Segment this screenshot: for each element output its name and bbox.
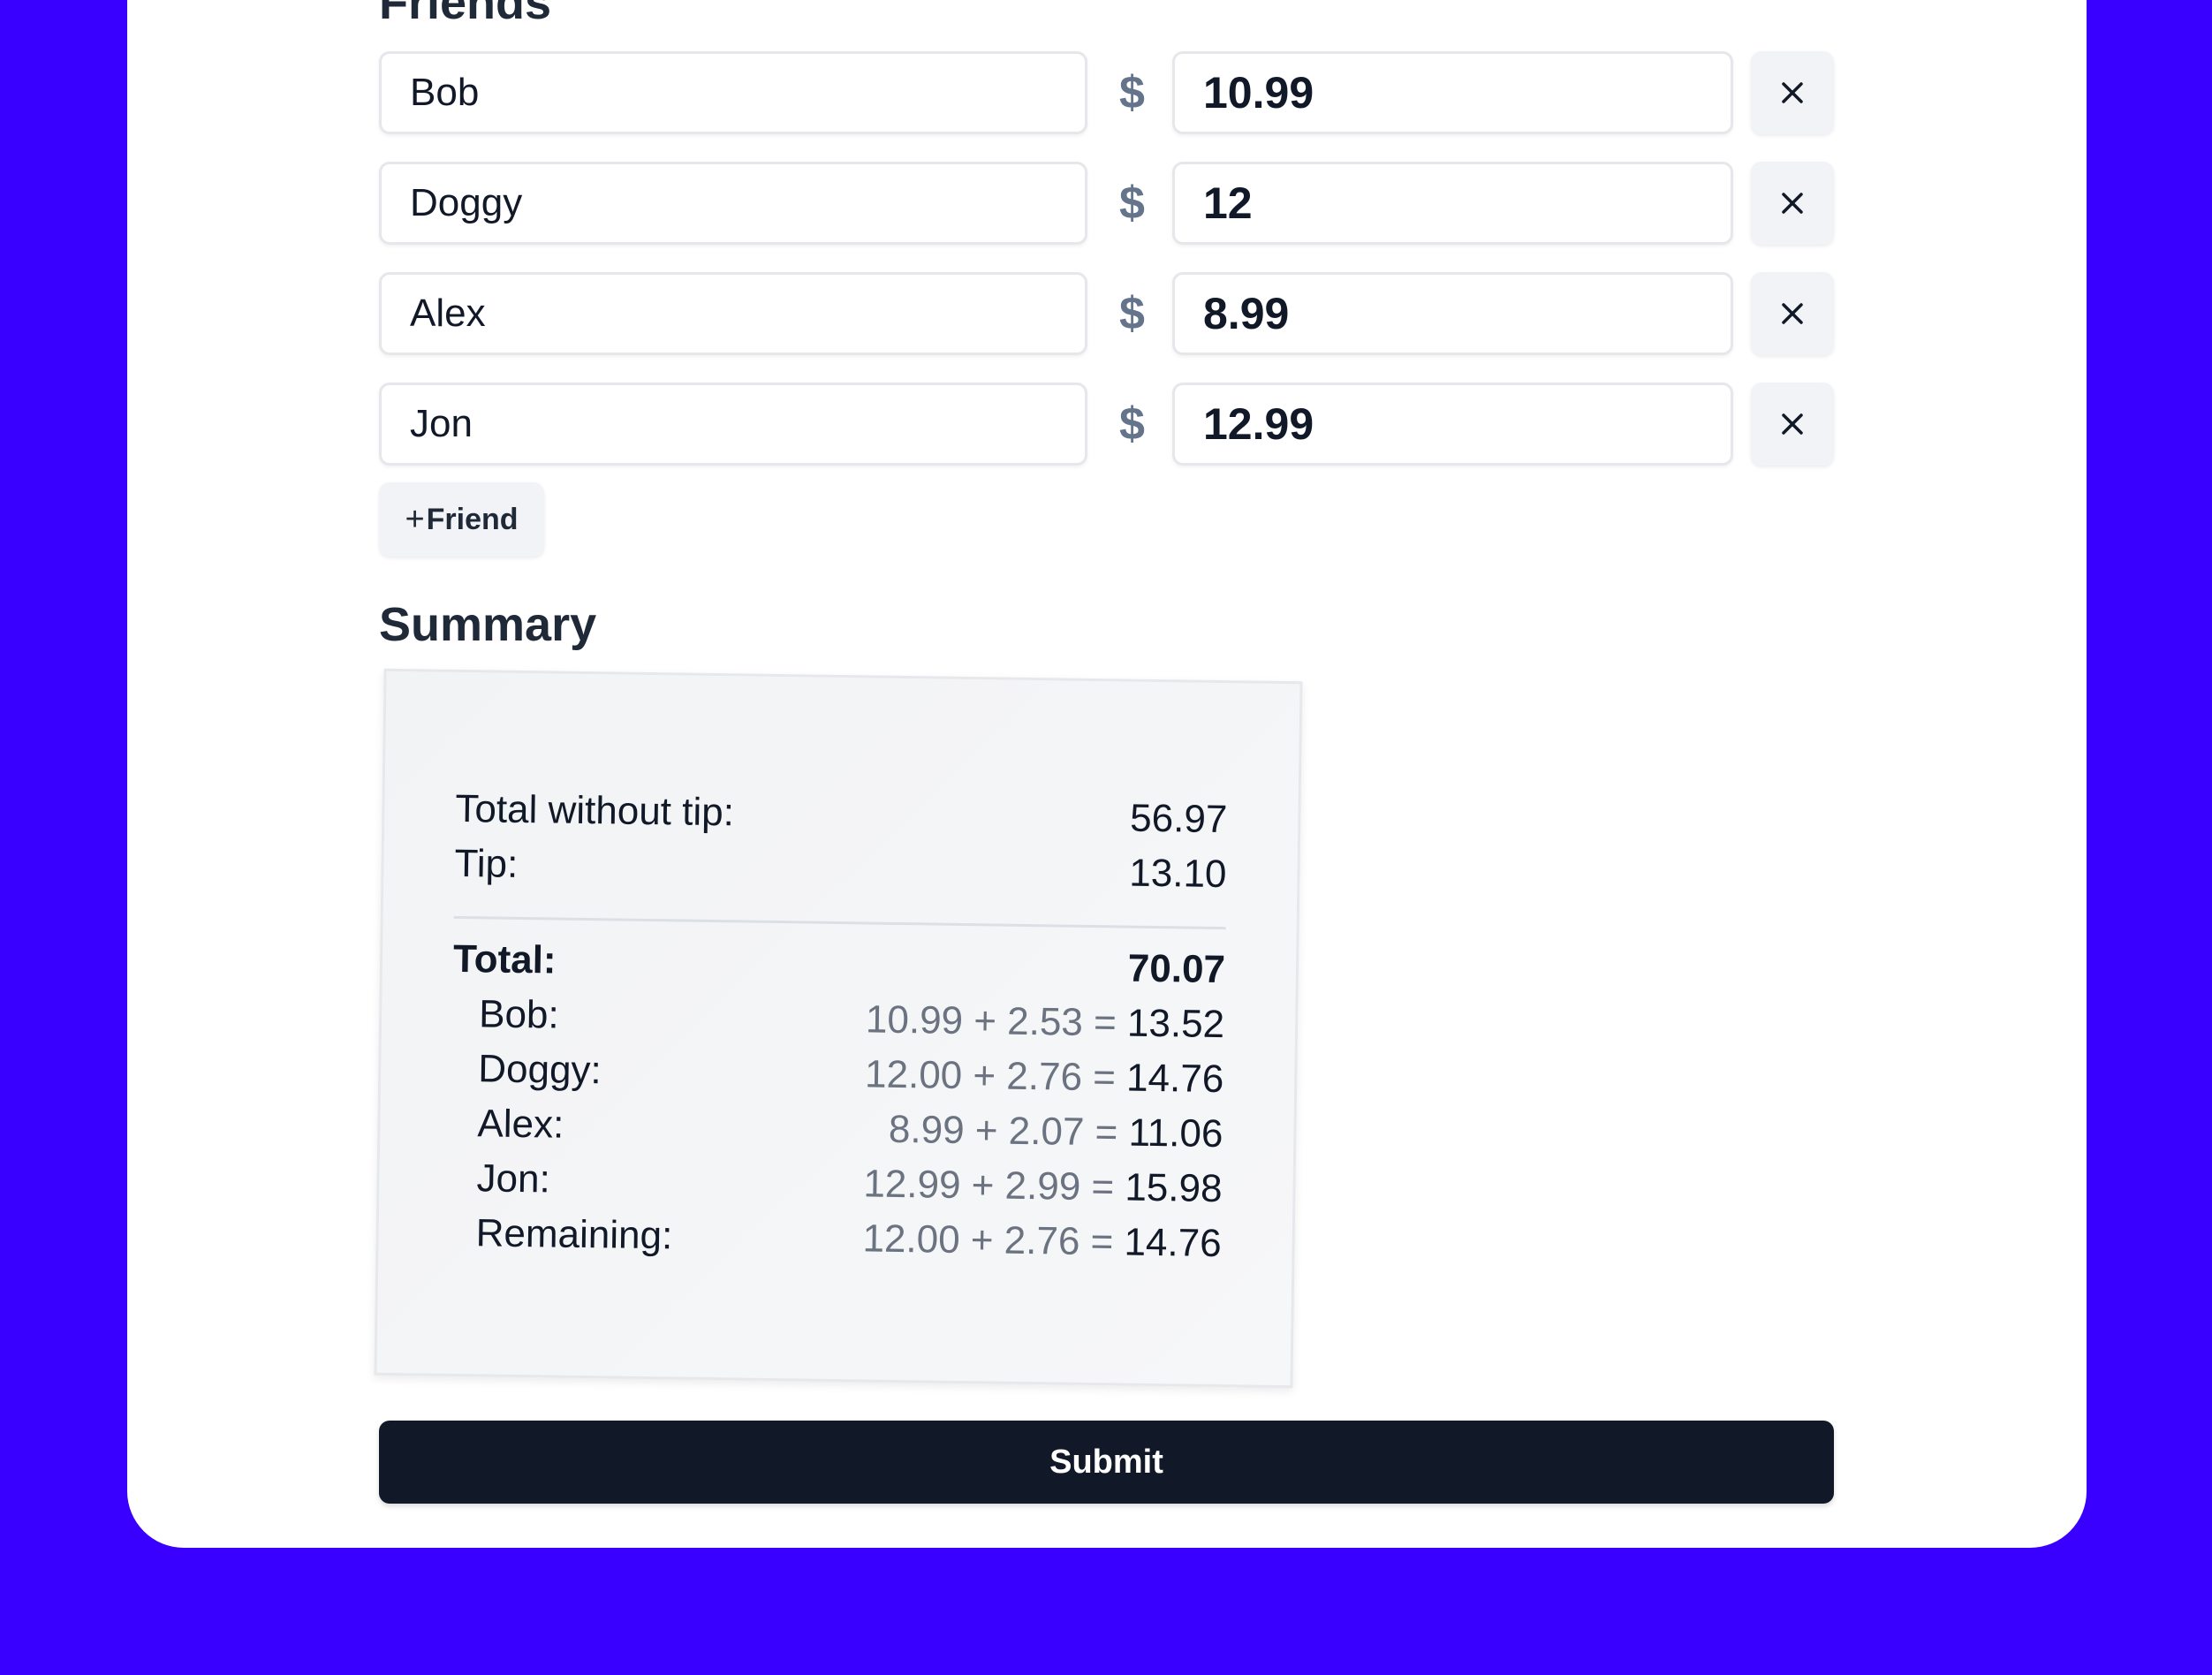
friend-row: $ [379, 162, 1834, 245]
person-label: Remaining: [475, 1211, 673, 1258]
person-line: Doggy: 12.00 + 2.76 = 14.76 [451, 1047, 1224, 1102]
plus-icon: + [405, 500, 425, 538]
tip-value: 13.10 [1129, 851, 1227, 897]
friend-row: $ [379, 272, 1834, 355]
add-friend-label: Friend [426, 502, 519, 536]
summary-receipt: Total without tip: 56.97 Tip: 13.10 Tota… [374, 668, 1303, 1389]
dollar-icon: $ [1119, 398, 1145, 450]
person-value: 11.06 [1128, 1110, 1223, 1156]
friend-amount-input[interactable] [1172, 51, 1733, 134]
friend-name-input[interactable] [379, 272, 1087, 355]
person-value: 14.76 [1125, 1056, 1224, 1102]
friend-name-input[interactable] [379, 383, 1087, 466]
person-line: Jon: 12.99 + 2.99 = 15.98 [450, 1156, 1223, 1211]
close-icon [1782, 413, 1803, 435]
close-icon [1782, 82, 1803, 103]
total-value: 70.07 [1127, 946, 1226, 992]
friends-heading: Friends [379, 0, 552, 29]
friend-name-input[interactable] [379, 162, 1087, 245]
friend-amount-input[interactable] [1172, 272, 1733, 355]
remove-friend-button[interactable] [1751, 383, 1834, 466]
person-line: Remaining: 12.00 + 2.76 = 14.76 [449, 1211, 1222, 1266]
friend-row: $ [379, 383, 1834, 466]
tip-label: Tip: [454, 841, 519, 886]
tip-line: Tip: 13.10 [454, 842, 1227, 897]
person-calc: 12.99 + 2.99 = [863, 1162, 1115, 1209]
friend-amount-input[interactable] [1172, 162, 1733, 245]
friend-name-input[interactable] [379, 51, 1087, 134]
person-label: Alex: [477, 1102, 564, 1147]
total-without-tip-line: Total without tip: 56.97 [455, 787, 1228, 842]
person-value: 14.76 [1124, 1220, 1222, 1266]
remove-friend-button[interactable] [1751, 272, 1834, 355]
total-line: Total: 70.07 [453, 937, 1226, 992]
submit-button[interactable]: Submit [379, 1421, 1834, 1504]
person-label: Jon: [476, 1156, 551, 1201]
person-line: Alex: 8.99 + 2.07 = 11.06 [451, 1102, 1223, 1156]
person-calc: 12.00 + 2.76 = [862, 1216, 1114, 1264]
dollar-icon: $ [1119, 288, 1145, 339]
person-line: Bob: 10.99 + 2.53 = 13.52 [452, 992, 1225, 1047]
person-calc: 12.00 + 2.76 = [864, 1052, 1117, 1100]
add-friend-button[interactable]: + Friend [379, 482, 544, 557]
person-label: Bob: [478, 992, 560, 1037]
friend-row: $ [379, 51, 1834, 134]
total-without-tip-label: Total without tip: [455, 786, 735, 835]
total-label: Total: [452, 936, 557, 982]
person-calc: 10.99 + 2.53 = [865, 997, 1117, 1045]
total-without-tip-value: 56.97 [1129, 796, 1228, 842]
close-icon [1782, 303, 1803, 324]
close-icon [1782, 193, 1803, 214]
dollar-icon: $ [1119, 67, 1145, 118]
summary-heading: Summary [379, 598, 597, 651]
person-value: 13.52 [1126, 1001, 1225, 1047]
person-value: 15.98 [1125, 1165, 1223, 1211]
friend-amount-input[interactable] [1172, 383, 1733, 466]
summary-divider [453, 915, 1226, 930]
person-calc: 8.99 + 2.07 = [888, 1107, 1118, 1155]
dollar-icon: $ [1119, 178, 1145, 229]
person-label: Doggy: [477, 1047, 602, 1093]
remove-friend-button[interactable] [1751, 51, 1834, 134]
remove-friend-button[interactable] [1751, 162, 1834, 245]
